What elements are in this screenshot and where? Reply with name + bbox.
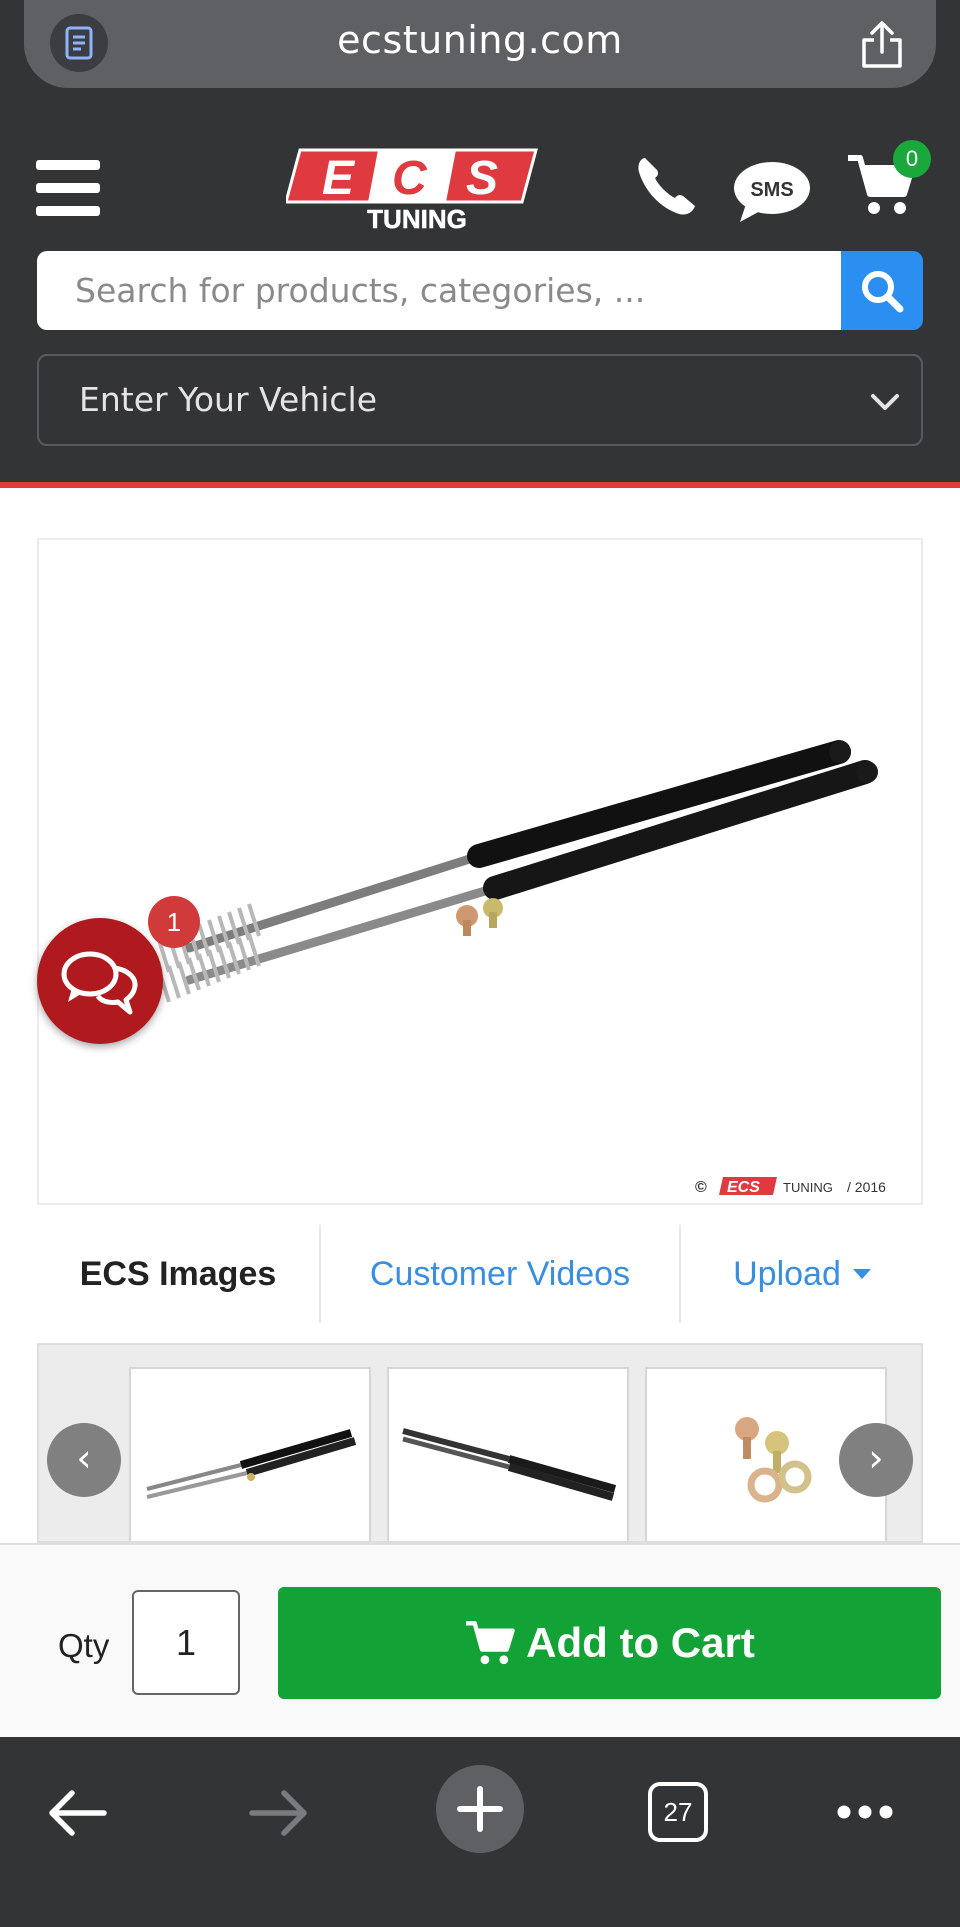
search-icon <box>862 270 904 312</box>
svg-text:©: © <box>695 1179 707 1196</box>
tab-customer-videos[interactable]: Customer Videos <box>321 1225 679 1323</box>
tab-upload[interactable]: Upload <box>681 1225 923 1323</box>
url-text[interactable]: ecstuning.com <box>24 18 936 62</box>
svg-text:TUNING: TUNING <box>783 1180 833 1195</box>
browser-address-area: ecstuning.com <box>0 0 960 112</box>
phone-icon[interactable] <box>633 154 699 218</box>
add-to-cart-label: Add to Cart <box>526 1619 755 1666</box>
forward-icon[interactable] <box>248 1787 310 1839</box>
svg-text:/ 2016: / 2016 <box>847 1179 886 1195</box>
share-icon[interactable] <box>858 20 906 70</box>
carousel-next-button[interactable]: › <box>839 1423 913 1497</box>
cart-count-badge: 0 <box>893 140 931 178</box>
caret-down-icon <box>852 1269 871 1279</box>
sms-icon[interactable]: SMS <box>732 160 812 224</box>
ecs-tuning-logo[interactable]: E C S TUNING <box>286 146 548 230</box>
search-input[interactable] <box>37 251 841 330</box>
thumbnail-carousel: ‹ › <box>37 1343 923 1543</box>
hamburger-icon[interactable] <box>36 160 100 216</box>
svg-text:S: S <box>466 152 498 205</box>
add-to-cart-button[interactable]: Add to Cart <box>278 1587 941 1699</box>
site-header: E C S TUNING SMS 0 Enter Your Vehicle <box>0 112 960 485</box>
thumbnail-2[interactable] <box>387 1367 629 1541</box>
svg-text:SMS: SMS <box>750 179 793 201</box>
thumbnail-struts-angled <box>146 1429 357 1499</box>
qty-input[interactable] <box>132 1590 240 1695</box>
tab-ecs-images[interactable]: ECS Images <box>37 1225 319 1323</box>
svg-text:E: E <box>322 152 356 205</box>
media-tabs: ECS Images Customer Videos Upload <box>37 1225 923 1323</box>
header-accent-rule <box>0 482 960 488</box>
live-chat-button[interactable] <box>37 918 163 1044</box>
tab-upload-label: Upload <box>733 1254 841 1293</box>
product-main-image[interactable]: © ECS TUNING / 2016 <box>37 538 923 1205</box>
cart-icon <box>466 1621 515 1665</box>
thumbnail-struts-side <box>402 1428 617 1501</box>
chat-notification-badge: 1 <box>148 896 200 948</box>
new-tab-button[interactable] <box>436 1765 524 1853</box>
more-icon[interactable] <box>836 1804 894 1820</box>
watermark-logo: © ECS TUNING / 2016 <box>695 1177 886 1196</box>
qty-label: Qty <box>58 1627 110 1664</box>
address-bar[interactable]: ecstuning.com <box>24 0 936 88</box>
browser-toolbar: 27 <box>0 1737 960 1927</box>
carousel-prev-button[interactable]: ‹ <box>47 1423 121 1497</box>
search-bar <box>37 251 923 330</box>
vehicle-select-label: Enter Your Vehicle <box>79 380 378 419</box>
search-button[interactable] <box>841 251 923 330</box>
chat-icon <box>61 951 138 1015</box>
thumbnail-1[interactable] <box>129 1367 371 1541</box>
plus-icon <box>457 1786 503 1832</box>
svg-text:TUNING: TUNING <box>367 204 467 230</box>
svg-text:C: C <box>392 152 428 205</box>
add-to-cart-bar: Qty Add to Cart <box>0 1543 960 1737</box>
vehicle-select[interactable]: Enter Your Vehicle <box>37 354 923 446</box>
gas-struts-photo <box>157 740 878 1003</box>
tabs-button[interactable]: 27 <box>648 1782 708 1842</box>
chevron-down-icon <box>871 394 899 410</box>
back-icon[interactable] <box>46 1787 108 1839</box>
svg-text:ECS: ECS <box>727 1179 760 1196</box>
